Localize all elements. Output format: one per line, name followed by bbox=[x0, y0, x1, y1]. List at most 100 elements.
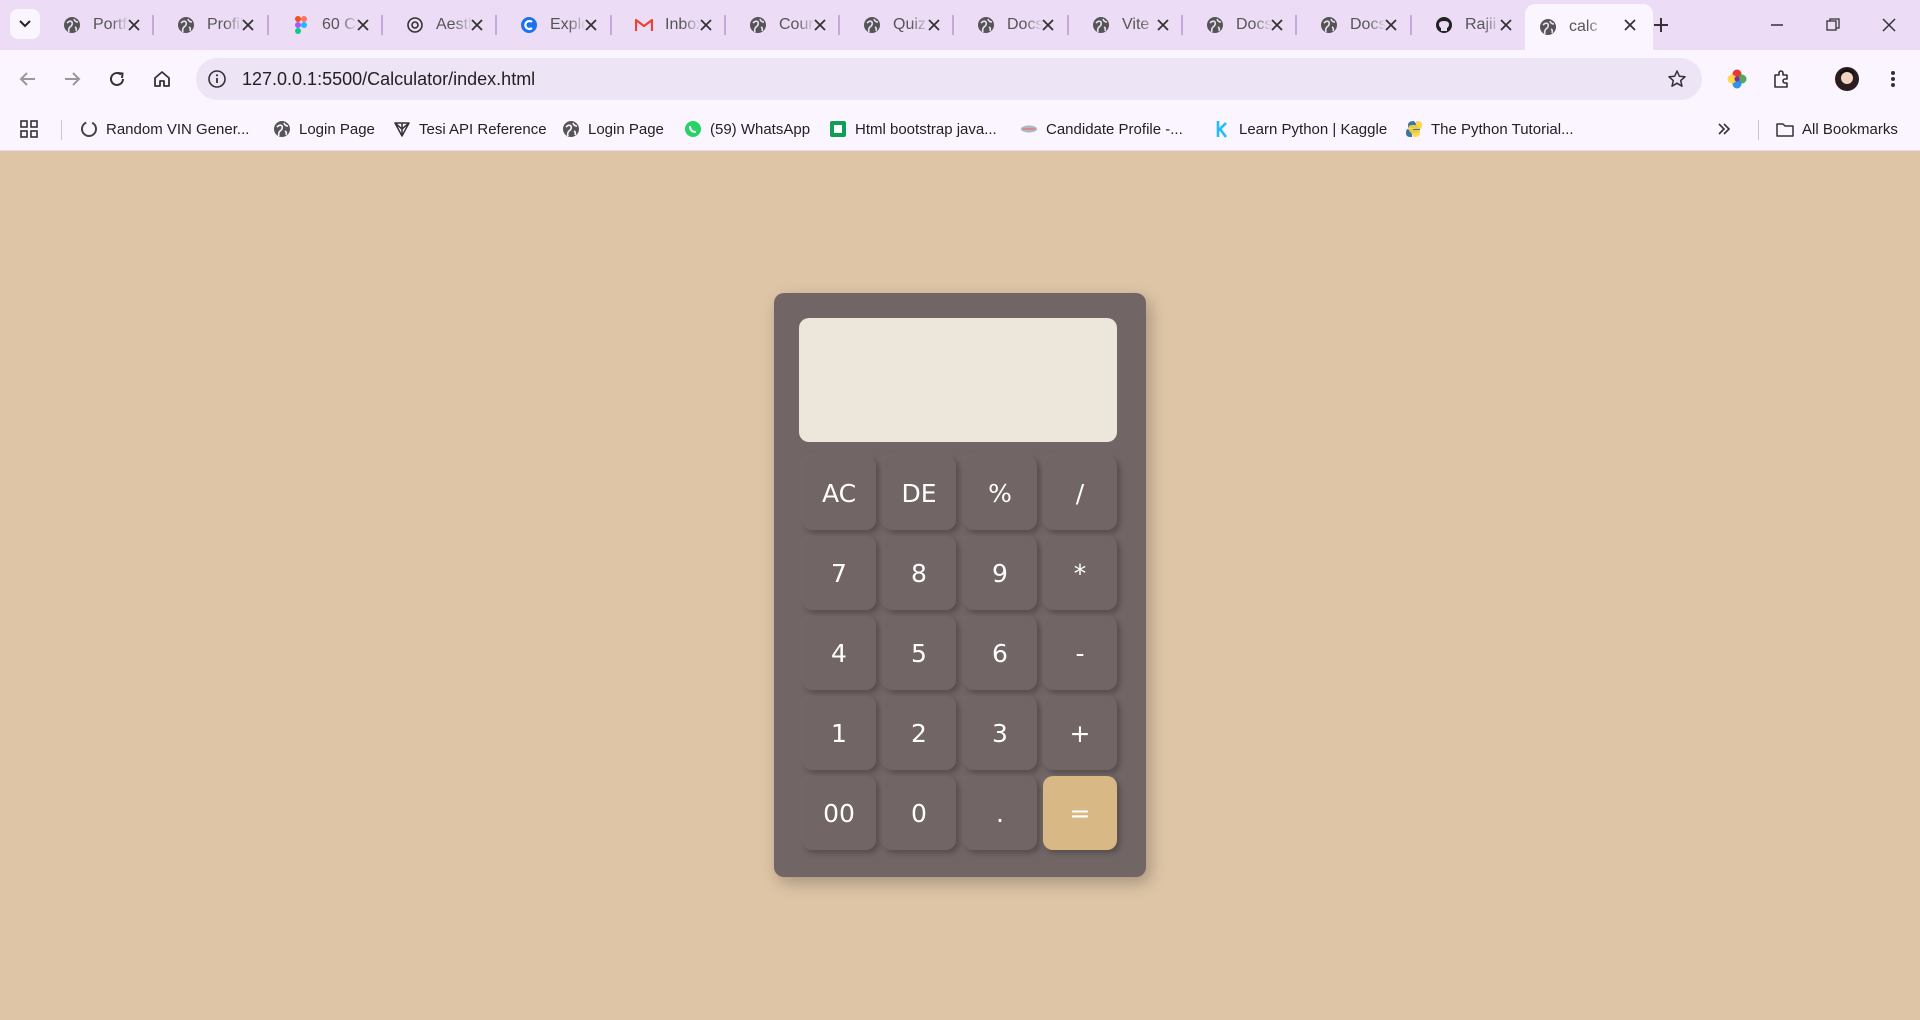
tab-item[interactable]: Portfolio bbox=[49, 8, 157, 42]
tab-item[interactable]: Quiz bbox=[849, 8, 957, 42]
home-button[interactable] bbox=[147, 64, 177, 94]
tab-item[interactable]: Rajii bbox=[1421, 8, 1529, 42]
bookmark-item[interactable]: Login Page bbox=[562, 118, 664, 140]
close-tab-icon[interactable] bbox=[1621, 16, 1639, 34]
gmail-icon bbox=[635, 16, 653, 34]
close-tab-icon[interactable] bbox=[125, 16, 143, 34]
digit-5-button[interactable]: 5 bbox=[882, 616, 956, 690]
tab-title: Profile bbox=[207, 16, 243, 33]
extensions-icon[interactable] bbox=[1766, 64, 1796, 94]
minimize-button[interactable] bbox=[1764, 12, 1790, 38]
bookmark-item[interactable]: The Python Tutorial... bbox=[1405, 118, 1574, 140]
close-tab-icon[interactable] bbox=[925, 16, 943, 34]
close-tab-icon[interactable] bbox=[1268, 16, 1286, 34]
tab-item[interactable]: Docs bbox=[963, 8, 1071, 42]
calculator-display[interactable] bbox=[799, 318, 1117, 442]
digit-6-button[interactable]: 6 bbox=[963, 616, 1037, 690]
tab-title: Docs bbox=[1350, 16, 1386, 33]
tab-item[interactable]: Docs bbox=[1192, 8, 1300, 42]
bookmark-item[interactable]: (59) WhatsApp bbox=[684, 118, 810, 140]
avatar[interactable] bbox=[1832, 64, 1862, 94]
double-zero-button[interactable]: 00 bbox=[802, 776, 876, 850]
digit-7-button[interactable]: 7 bbox=[802, 536, 876, 610]
close-tab-icon[interactable] bbox=[239, 16, 257, 34]
tab-item[interactable]: Aesthetic bbox=[392, 8, 500, 42]
bookmarks-bar: Random VIN Gener... Login Page Tesi API Re… bbox=[0, 108, 1920, 151]
digit-0-button[interactable]: 0 bbox=[882, 776, 956, 850]
bookmark-star-icon[interactable] bbox=[1666, 68, 1688, 90]
close-tab-icon[interactable] bbox=[811, 16, 829, 34]
bookmark-label: Html bootstrap java... bbox=[855, 120, 997, 138]
new-tab-button[interactable] bbox=[1648, 12, 1674, 38]
tab-item[interactable]: Profile bbox=[163, 8, 271, 42]
tab-item[interactable]: Inbox bbox=[621, 8, 729, 42]
github-icon bbox=[1435, 16, 1453, 34]
tab-item[interactable]: Docs bbox=[1306, 8, 1414, 42]
bookmark-item[interactable]: Random VIN Gener... bbox=[80, 118, 249, 140]
close-tab-icon[interactable] bbox=[1039, 16, 1057, 34]
digit-2-button[interactable]: 2 bbox=[882, 696, 956, 770]
site-info-icon[interactable] bbox=[206, 68, 228, 90]
globe-icon bbox=[1092, 16, 1110, 34]
close-tab-icon[interactable] bbox=[468, 16, 486, 34]
tab-separator bbox=[724, 15, 726, 35]
decimal-button[interactable]: . bbox=[963, 776, 1037, 850]
digit-8-button[interactable]: 8 bbox=[882, 536, 956, 610]
equals-button[interactable]: = bbox=[1043, 776, 1117, 850]
tab-title: Rajii bbox=[1465, 16, 1497, 33]
digit-3-button[interactable]: 3 bbox=[963, 696, 1037, 770]
divide-button[interactable]: / bbox=[1043, 456, 1117, 530]
python-icon bbox=[1405, 120, 1423, 138]
close-tab-icon[interactable] bbox=[1154, 16, 1172, 34]
close-tab-icon[interactable] bbox=[354, 16, 372, 34]
digit-4-button[interactable]: 4 bbox=[802, 616, 876, 690]
tab-item[interactable]: Course bbox=[735, 8, 843, 42]
loading-circle-icon bbox=[80, 120, 98, 138]
tab-search-button[interactable] bbox=[10, 9, 40, 39]
close-tab-icon[interactable] bbox=[697, 16, 715, 34]
tab-title: Explore bbox=[550, 16, 586, 33]
restore-button[interactable] bbox=[1820, 12, 1846, 38]
tab-item[interactable]: Vite bbox=[1078, 8, 1186, 42]
close-tab-icon[interactable] bbox=[1497, 16, 1515, 34]
bookmark-item[interactable]: Candidate Profile -... bbox=[1020, 118, 1183, 140]
kaggle-icon bbox=[1213, 120, 1231, 138]
green-square-icon bbox=[829, 120, 847, 138]
tab-separator bbox=[1410, 15, 1412, 35]
bookmark-item[interactable]: Login Page bbox=[273, 118, 375, 140]
bookmarks-overflow-button[interactable] bbox=[1716, 118, 1732, 140]
all-bookmarks-button[interactable]: All Bookmarks bbox=[1776, 118, 1898, 140]
bookmarks-divider bbox=[61, 120, 62, 140]
digit-9-button[interactable]: 9 bbox=[963, 536, 1037, 610]
tab-item[interactable]: Explore bbox=[506, 8, 614, 42]
back-button[interactable] bbox=[13, 64, 43, 94]
bookmark-label: The Python Tutorial... bbox=[1431, 120, 1574, 138]
tesi-icon bbox=[393, 120, 411, 138]
tab-title: calc bbox=[1569, 18, 1598, 35]
reload-button[interactable] bbox=[102, 64, 132, 94]
color-extension-icon[interactable] bbox=[1722, 64, 1752, 94]
globe-icon bbox=[562, 120, 580, 138]
url-text[interactable]: 127.0.0.1:5500/Calculator/index.html bbox=[242, 69, 535, 90]
add-button[interactable]: + bbox=[1043, 696, 1117, 770]
close-tab-icon[interactable] bbox=[1382, 16, 1400, 34]
openai-icon bbox=[406, 16, 424, 34]
multiply-button[interactable]: * bbox=[1043, 536, 1117, 610]
all-clear-button[interactable]: AC bbox=[802, 456, 876, 530]
percent-button[interactable]: % bbox=[963, 456, 1037, 530]
apps-grid-icon[interactable] bbox=[20, 118, 38, 140]
digit-1-button[interactable]: 1 bbox=[802, 696, 876, 770]
tab-item[interactable]: calc bbox=[1525, 4, 1653, 50]
bookmark-item[interactable]: Tesi API Reference bbox=[393, 118, 547, 140]
tab-title: Inbox bbox=[665, 16, 701, 33]
bookmark-item[interactable]: Html bootstrap java... bbox=[829, 118, 997, 140]
subtract-button[interactable]: - bbox=[1043, 616, 1117, 690]
bookmark-item[interactable]: Learn Python | Kaggle bbox=[1213, 118, 1387, 140]
close-window-button[interactable] bbox=[1876, 12, 1902, 38]
address-bar[interactable]: 127.0.0.1:5500/Calculator/index.html bbox=[196, 58, 1702, 100]
close-tab-icon[interactable] bbox=[582, 16, 600, 34]
menu-kebab-icon[interactable] bbox=[1878, 64, 1908, 94]
tab-item[interactable]: 60 Copy bbox=[278, 8, 386, 42]
delete-button[interactable]: DE bbox=[882, 456, 956, 530]
forward-button[interactable] bbox=[57, 64, 87, 94]
